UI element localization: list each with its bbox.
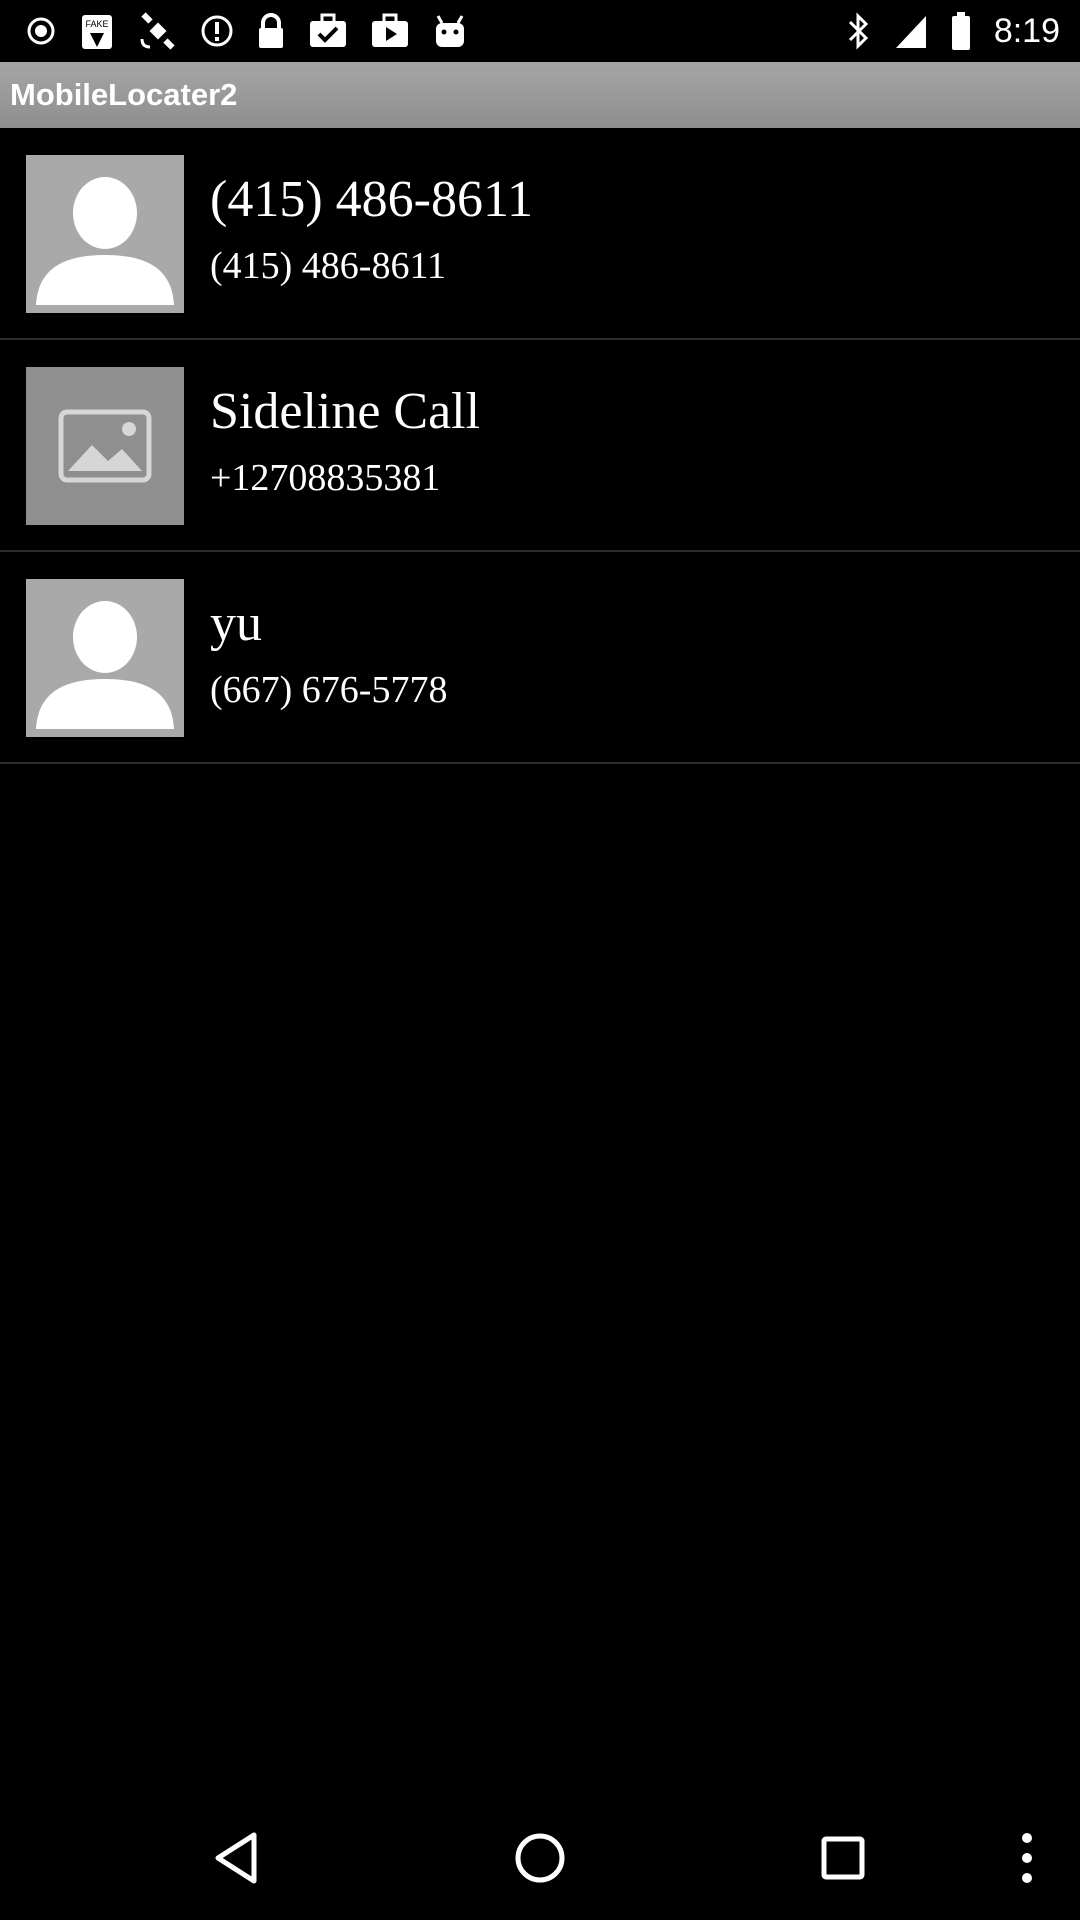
contact-row[interactable]: yu (667) 676-5778	[0, 552, 1080, 764]
contact-name: yu	[210, 595, 262, 652]
contact-name: Sideline Call	[210, 383, 481, 440]
home-button[interactable]	[495, 1820, 585, 1900]
contact-list: (415) 486-8611 (415) 486-8611 Sideline C…	[0, 128, 1080, 764]
home-icon	[514, 1832, 566, 1889]
android-icon	[432, 13, 468, 49]
app-title-bar: MobileLocater2	[0, 62, 1080, 128]
contact-row[interactable]: Sideline Call +12708835381	[0, 340, 1080, 552]
task-icon	[308, 13, 348, 49]
bluetooth-icon	[846, 11, 872, 51]
overflow-menu-button[interactable]	[982, 1820, 1072, 1900]
status-bar: FAKE 8:19	[0, 0, 1080, 62]
notification-icons: FAKE	[26, 8, 468, 54]
recents-icon	[820, 1835, 866, 1886]
contact-number: (667) 676-5778	[210, 669, 448, 711]
person-silhouette-icon	[26, 155, 184, 313]
back-button[interactable]	[192, 1820, 282, 1900]
alert-icon	[200, 14, 234, 48]
satellite-icon	[138, 11, 178, 51]
contact-number: (415) 486-8611	[210, 245, 447, 287]
record-icon	[26, 16, 56, 46]
back-icon	[212, 1831, 262, 1890]
clock: 8:19	[993, 12, 1060, 50]
app-title: MobileLocater2	[10, 77, 238, 112]
signal-icon	[894, 12, 928, 50]
recents-button[interactable]	[798, 1820, 888, 1900]
contact-number: +12708835381	[210, 457, 441, 499]
screen: FAKE 8:19 MobileLocater2 (415) 486-8611 …	[0, 0, 1080, 1920]
contact-row[interactable]: (415) 486-8611 (415) 486-8611	[0, 128, 1080, 340]
system-icons: 8:19	[846, 8, 1060, 54]
navigation-bar	[0, 1800, 1080, 1920]
contact-name: (415) 486-8611	[210, 171, 534, 228]
svg-text:FAKE: FAKE	[85, 19, 108, 29]
person-silhouette-icon	[26, 579, 184, 737]
lock-icon	[256, 12, 286, 50]
image-placeholder-icon	[26, 367, 184, 525]
overflow-menu-icon	[1020, 1831, 1034, 1890]
play-store-icon	[370, 13, 410, 49]
fake-gps-icon: FAKE	[78, 11, 116, 51]
battery-icon	[950, 11, 972, 51]
